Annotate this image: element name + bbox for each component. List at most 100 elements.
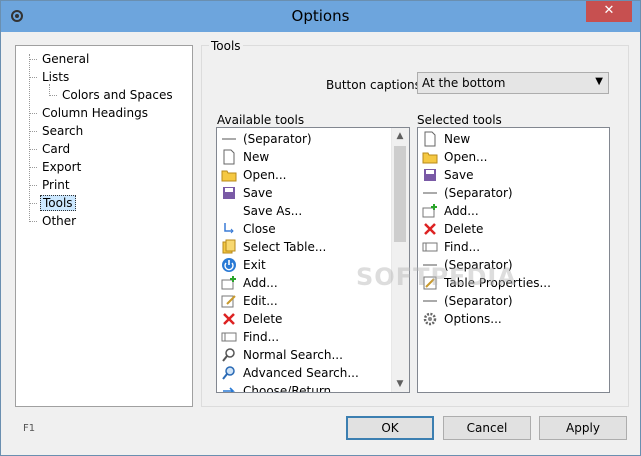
tree-item-search[interactable]: Search [40,122,85,140]
list-item-label: (Separator) [444,186,513,200]
list-item-label: New [243,150,270,164]
list-item[interactable]: Save As... [221,202,302,220]
tree-item-colors-and-spaces[interactable]: Colors and Spaces [60,86,175,104]
list-item[interactable]: New [422,130,470,148]
list-item[interactable]: Save [221,184,272,202]
list-item[interactable]: Delete [422,220,483,238]
tree-item-label: Search [42,124,84,138]
list-item[interactable]: Delete [221,310,282,328]
find-icon [422,239,438,255]
tree-item-column-headings[interactable]: Column Headings [40,104,150,122]
list-item[interactable]: Choose/Return [221,382,331,392]
tree-item-label: Column Headings [42,106,148,120]
list-item[interactable]: Save [422,166,473,184]
folder-open-icon [422,149,438,165]
list-item-label: Add... [444,204,479,218]
list-item-label: Close [243,222,276,236]
options-category-tree[interactable]: General Lists Colors and Spaces Column H… [15,45,193,407]
tree-item-label: Card [42,142,71,156]
scrollbar-thumb[interactable] [394,146,406,242]
list-item-label: Options... [444,312,502,326]
list-item[interactable]: Exit [221,256,266,274]
available-tools-list[interactable]: (Separator) New Open... Save Save As... … [216,127,410,393]
options-window: Options ✕ General Lists Colors and Space… [0,0,641,456]
list-item[interactable]: (Separator) [221,130,312,148]
tree-item-export[interactable]: Export [40,158,83,176]
tree-item-general[interactable]: General [40,50,91,68]
power-icon [221,257,237,273]
tree-connector [49,95,57,96]
list-item[interactable]: Advanced Search... [221,364,359,382]
tree-connector [29,59,37,60]
tree-item-label: Colors and Spaces [62,88,173,102]
list-item-label: Save [444,168,474,182]
list-item-label: Save [243,186,273,200]
add-record-icon [221,275,237,291]
tree-connector [29,113,37,114]
tree-item-other[interactable]: Other [40,212,78,230]
tree-connector [29,185,37,186]
watermark: SOFTPEDIA [356,263,517,291]
delete-x-icon [422,221,438,237]
list-item[interactable]: Edit... [221,292,278,310]
list-item-label: (Separator) [444,294,513,308]
tree-item-label: Other [42,214,77,228]
list-item-label: Save As... [243,204,303,218]
list-item-label: Advanced Search... [243,366,359,380]
list-item[interactable]: Add... [422,202,479,220]
tree-item-print[interactable]: Print [40,176,72,194]
blank-icon [221,203,237,219]
list-item[interactable]: Open... [422,148,488,166]
tree-item-label: Print [42,178,70,192]
close-button[interactable]: ✕ [586,1,632,22]
list-item[interactable]: Find... [422,238,480,256]
chevron-down-icon: ▼ [595,76,603,87]
tree-connector [29,131,37,132]
gear-icon [422,311,438,327]
list-item[interactable]: (Separator) [422,184,513,202]
magnifier-icon [221,347,237,363]
tree-item-label: Tools [40,195,76,211]
list-item-label: Exit [243,258,266,272]
list-item-label: Find... [243,330,280,344]
folder-open-icon [221,167,237,183]
list-item[interactable]: Open... [221,166,287,184]
list-item[interactable]: Options... [422,310,502,328]
list-item-label: Open... [444,150,488,164]
list-item[interactable]: Find... [221,328,279,346]
list-item[interactable]: New [221,148,269,166]
button-captions-select[interactable]: At the bottom ▼ [417,72,609,94]
close-document-icon [221,221,237,237]
list-item-label: Delete [444,222,484,236]
advanced-search-icon [221,365,237,381]
tree-item-lists[interactable]: Lists [40,68,71,86]
list-item[interactable]: Select Table... [221,238,326,256]
select-table-icon [221,239,237,255]
new-document-icon [221,149,237,165]
floppy-disk-icon [221,185,237,201]
cancel-button[interactable]: Cancel [443,416,531,440]
title-bar[interactable]: Options ✕ [1,1,640,32]
list-item[interactable]: Close [221,220,276,238]
selected-tools-list[interactable]: New Open... Save (Separator) Add... Dele… [417,127,610,393]
list-item-label: Select Table... [243,240,327,254]
button-captions-label: Button captions [326,78,421,92]
scroll-down-icon[interactable]: ▼ [395,379,405,389]
available-tools-scrollbar[interactable]: ▲ ▼ [391,128,409,392]
list-item[interactable]: (Separator) [422,292,513,310]
delete-x-icon [221,311,237,327]
new-document-icon [422,131,438,147]
scroll-up-icon[interactable]: ▲ [395,131,405,141]
list-item-label: Edit... [243,294,278,308]
list-item[interactable]: Add... [221,274,278,292]
choose-return-icon [221,383,237,392]
ok-button[interactable]: OK [346,416,434,440]
help-key-label: F1 [23,423,36,434]
tree-item-tools[interactable]: Tools [40,194,76,212]
list-item-label: New [444,132,471,146]
list-item[interactable]: Normal Search... [221,346,343,364]
apply-button[interactable]: Apply [539,416,627,440]
tree-item-card[interactable]: Card [40,140,72,158]
tree-item-label: Export [42,160,82,174]
button-captions-value: At the bottom [422,76,506,90]
